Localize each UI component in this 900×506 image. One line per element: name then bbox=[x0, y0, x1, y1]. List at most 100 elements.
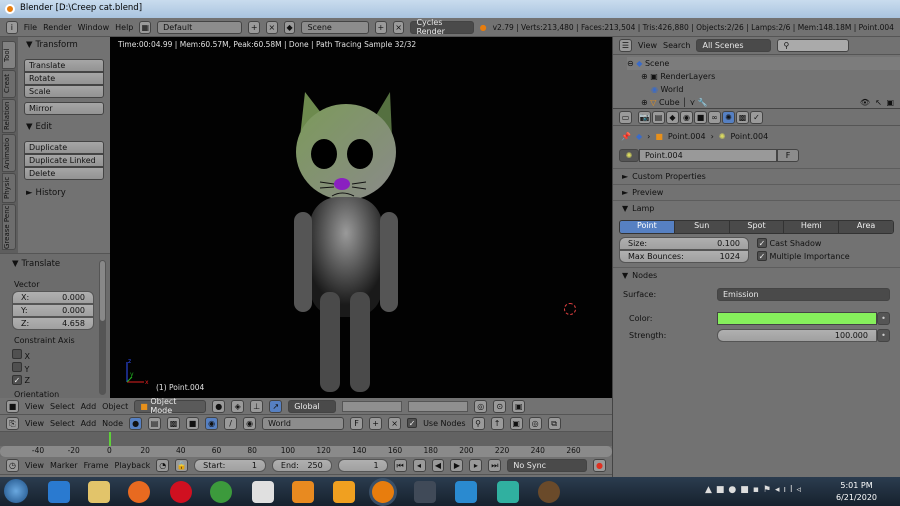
delete-button[interactable]: Delete bbox=[24, 167, 104, 180]
size-field[interactable]: Size: 0.100 bbox=[619, 237, 749, 250]
sync-select[interactable]: No Sync bbox=[507, 459, 588, 472]
outliner-item-scene[interactable]: ⊖ ◆ Scene bbox=[627, 57, 900, 70]
render-layers-tab-icon[interactable]: ▤ bbox=[652, 110, 665, 124]
world-icon[interactable]: ◉ bbox=[205, 416, 219, 430]
menu-search[interactable]: Search bbox=[663, 41, 690, 50]
line-style-icon[interactable]: / bbox=[224, 416, 238, 430]
multiple-importance-checkbox[interactable]: ✓ Multiple Importance bbox=[757, 250, 850, 263]
fake-user-button[interactable]: F bbox=[777, 149, 799, 162]
world-tab-icon[interactable]: ◉ bbox=[680, 110, 693, 124]
3d-cursor-icon[interactable] bbox=[564, 303, 576, 315]
axis-y-checkbox[interactable]: Y bbox=[12, 362, 29, 374]
lamp-type-sun[interactable]: Sun bbox=[673, 221, 729, 233]
world-browse-icon[interactable]: ◉ bbox=[243, 416, 257, 430]
menu-view[interactable]: View bbox=[25, 461, 44, 470]
scene-tab-icon[interactable]: ◆ bbox=[666, 110, 679, 124]
color-socket-icon[interactable]: • bbox=[877, 312, 890, 325]
scratch-icon[interactable] bbox=[292, 481, 314, 503]
tab-tool[interactable]: Tool bbox=[2, 41, 16, 69]
outliner-item-world[interactable]: ◉ World bbox=[627, 83, 900, 96]
firefox-icon[interactable] bbox=[128, 481, 150, 503]
scene-icon[interactable]: ◆ bbox=[283, 20, 296, 34]
editor-type-icon[interactable]: ◷ bbox=[6, 459, 19, 472]
lamp-type-area[interactable]: Area bbox=[838, 221, 893, 233]
add-icon[interactable]: + bbox=[248, 20, 261, 34]
lamp-type-spot[interactable]: Spot bbox=[728, 221, 784, 233]
transform-panel-header[interactable]: ▼ Transform bbox=[26, 40, 78, 50]
menu-window[interactable]: Window bbox=[78, 23, 110, 32]
preview-range-icon[interactable]: ◔ bbox=[156, 459, 170, 472]
blender-taskbar-icon[interactable] bbox=[372, 481, 394, 503]
render-tab-icon[interactable]: 📷 bbox=[638, 110, 651, 124]
tab-animation[interactable]: Animatio bbox=[2, 134, 16, 172]
mode-select[interactable]: ■ Object Mode bbox=[134, 397, 207, 415]
history-panel-header[interactable]: ► History bbox=[26, 188, 66, 198]
vector-z-field[interactable]: Z: 4.658 bbox=[12, 317, 94, 330]
lamp-panel-header[interactable]: ▼ Lamp bbox=[613, 200, 900, 216]
menu-add[interactable]: Add bbox=[81, 402, 97, 411]
strength-socket-icon[interactable]: • bbox=[877, 329, 890, 342]
shading-icon[interactable]: ● bbox=[212, 399, 226, 413]
editor-type-icon[interactable]: ▭ bbox=[619, 110, 632, 124]
axis-x-checkbox[interactable]: X bbox=[12, 349, 30, 361]
physics-tab-icon[interactable]: ✓ bbox=[750, 110, 763, 124]
jump-end-icon[interactable]: ⏭ bbox=[488, 459, 502, 472]
screen-layout-icon[interactable]: ▦ bbox=[139, 20, 152, 34]
pivot-icon[interactable]: ◈ bbox=[231, 399, 245, 413]
nodes-panel-header[interactable]: ▼ Nodes bbox=[613, 267, 900, 283]
record-icon[interactable]: ● bbox=[593, 459, 606, 472]
copy-icon[interactable]: ⧉ bbox=[547, 416, 561, 430]
vector-x-field[interactable]: X: 0.000 bbox=[12, 291, 94, 304]
pin-icon[interactable]: 📌 bbox=[621, 132, 631, 141]
camera-icon[interactable] bbox=[455, 481, 477, 503]
menu-render[interactable]: Render bbox=[43, 23, 71, 32]
menu-object[interactable]: Object bbox=[102, 402, 128, 411]
menu-view[interactable]: View bbox=[638, 41, 657, 50]
menu-file[interactable]: File bbox=[24, 23, 37, 32]
prev-keyframe-icon[interactable]: ◂ bbox=[412, 459, 426, 472]
tab-grease-pencil[interactable]: Grease Penc bbox=[2, 204, 16, 250]
scrollbar[interactable] bbox=[99, 260, 106, 395]
duplicate-button[interactable]: Duplicate bbox=[24, 141, 104, 154]
menu-marker[interactable]: Marker bbox=[50, 461, 78, 470]
start-button[interactable] bbox=[4, 479, 28, 503]
custom-properties-panel-header[interactable]: ► Custom Properties bbox=[613, 168, 900, 184]
app2-icon[interactable] bbox=[538, 481, 560, 503]
render-engine-select[interactable]: Cycles Render bbox=[410, 18, 474, 36]
translate-manipulator-icon[interactable]: ↗ bbox=[269, 399, 283, 413]
add-icon[interactable]: + bbox=[369, 416, 383, 430]
world-field[interactable]: World bbox=[262, 416, 345, 430]
search-input[interactable]: ⚲ bbox=[777, 39, 850, 52]
menu-add[interactable]: Add bbox=[81, 419, 97, 428]
manipulator-icon[interactable]: ⊥ bbox=[250, 399, 264, 413]
emission-color-swatch[interactable] bbox=[717, 312, 877, 325]
surface-select[interactable]: Emission bbox=[717, 288, 890, 301]
lamp-browse-icon[interactable]: ✺ bbox=[619, 149, 639, 162]
menu-node[interactable]: Node bbox=[102, 419, 123, 428]
render-icon[interactable]: ▣ bbox=[512, 399, 526, 413]
orientation-select[interactable]: Global bbox=[288, 399, 337, 413]
renderable-icon[interactable]: ▣ bbox=[886, 96, 894, 109]
3d-viewport[interactable]: Time:00:04.99 | Mem:60.57M, Peak:60.58M … bbox=[110, 37, 612, 398]
constraints-tab-icon[interactable]: ∞ bbox=[708, 110, 721, 124]
start-frame-field[interactable]: Start: 1 bbox=[194, 459, 266, 472]
lamp-type-point[interactable]: Point bbox=[620, 221, 674, 233]
display-mode-select[interactable]: All Scenes bbox=[696, 39, 772, 52]
layers-grid[interactable] bbox=[342, 400, 403, 412]
mirror-button[interactable]: Mirror bbox=[24, 102, 104, 115]
menu-view[interactable]: View bbox=[25, 402, 44, 411]
play-reverse-icon[interactable]: ◀ bbox=[431, 459, 445, 472]
current-frame-indicator[interactable] bbox=[109, 432, 111, 446]
timeline[interactable]: -40 -20 0 20 40 60 80 100 120 140 160 180 200 220 240 2… bbox=[0, 432, 612, 457]
close-icon[interactable]: × bbox=[388, 416, 402, 430]
scene-field[interactable]: Scene bbox=[301, 20, 370, 34]
max-bounces-field[interactable]: Max Bounces: 1024 bbox=[619, 250, 749, 263]
use-nodes-checkbox[interactable]: ✓ bbox=[407, 418, 418, 428]
chrome-icon[interactable] bbox=[210, 481, 232, 503]
ie-icon[interactable] bbox=[48, 481, 70, 503]
clock[interactable]: 5:01 PM 6/21/2020 bbox=[836, 480, 877, 504]
lock-icon[interactable]: 🔒 bbox=[175, 459, 189, 472]
duplicate-linked-button[interactable]: Duplicate Linked bbox=[24, 154, 104, 167]
proportional-icon[interactable]: ⊙ bbox=[493, 399, 507, 413]
vector-y-field[interactable]: Y: 0.000 bbox=[12, 304, 94, 317]
